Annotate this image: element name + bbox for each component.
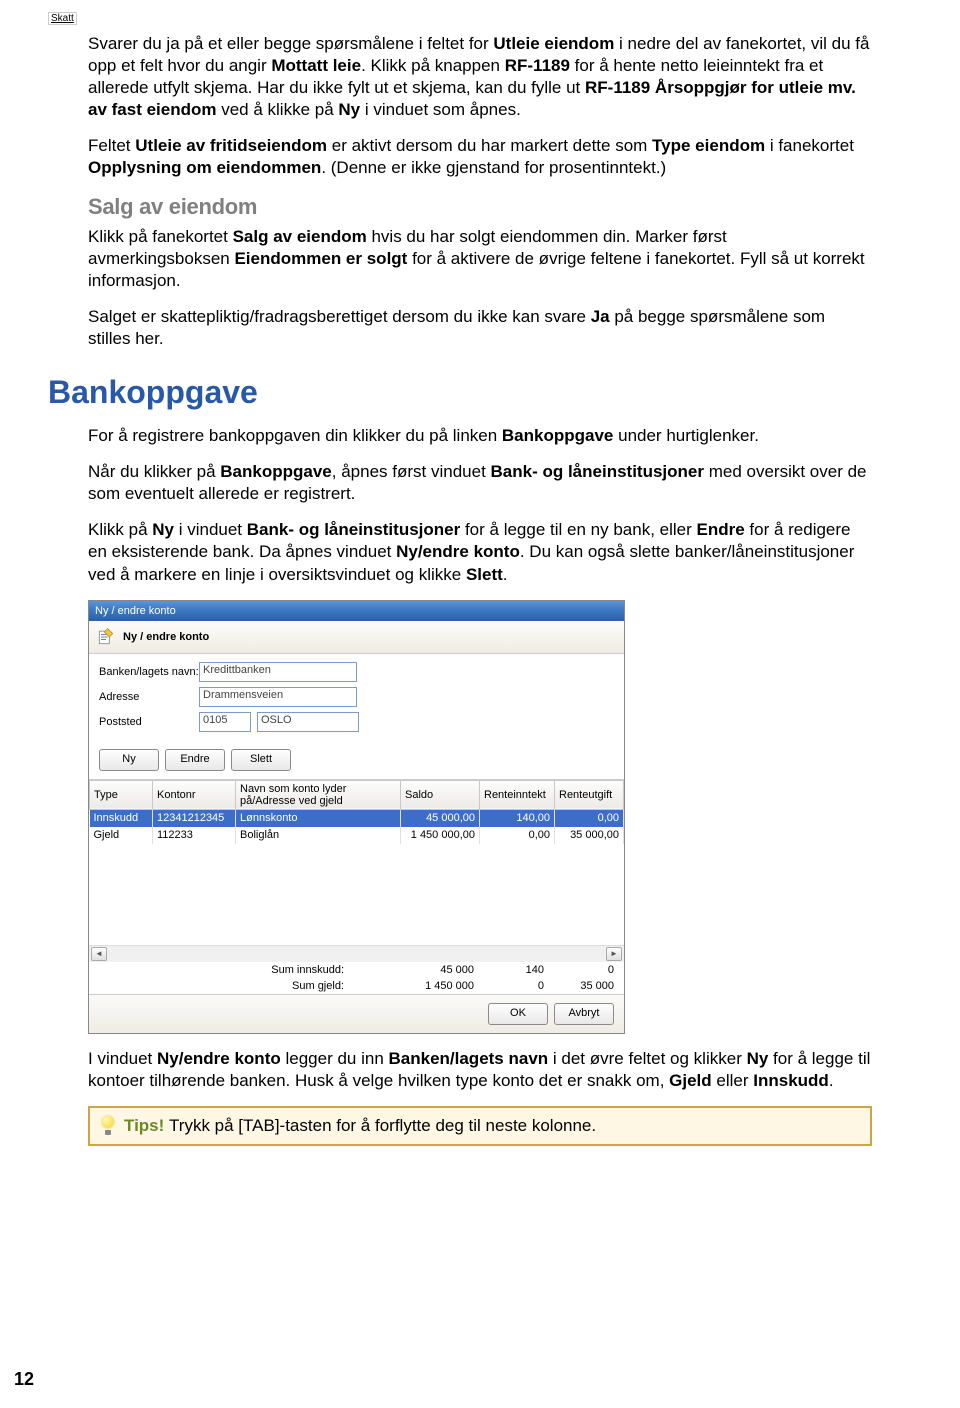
label-sum-gjeld: Sum gjeld: [204,980,404,992]
accounts-grid[interactable]: Type Kontonr Navn som konto lyder på/Adr… [89,780,624,945]
input-address[interactable]: Drammensveien [199,687,357,707]
tip-label: Tips! [124,1116,169,1135]
input-poststed[interactable]: OSLO [257,712,359,732]
tip-box: Tips! Trykk på [TAB]-tasten for å forfly… [88,1106,872,1146]
table-row[interactable]: Gjeld 112233 Boliglån 1 450 000,00 0,00 … [90,827,624,844]
sum-innskudd-saldo: 45 000 [404,964,474,976]
sum-gjeld-renteinn: 0 [474,980,544,992]
sum-gjeld-saldo: 1 450 000 [404,980,474,992]
paragraph-fritidseiendom: Feltet Utleie av fritidseiendom er aktiv… [88,135,872,179]
col-type[interactable]: Type [90,780,153,809]
header-tag: Skatt [48,12,77,25]
col-renteinntekt[interactable]: Renteinntekt [480,780,555,809]
paragraph-bank-2: Når du klikker på Bankoppgave, åpnes før… [88,461,872,505]
sum-gjeld-renteut: 35 000 [544,980,614,992]
sum-innskudd-renteinn: 140 [474,964,544,976]
col-saldo[interactable]: Saldo [401,780,480,809]
paragraph-bank-3: Klikk på Ny i vinduet Bank- og låneinsti… [88,519,872,585]
dialog-ny-endre-konto: Ny / endre konto Ny / endre konto Banken… [88,600,625,1034]
paragraph-salg-1: Klikk på fanekortet Salg av eiendom hvis… [88,226,872,292]
label-poststed: Poststed [99,716,199,728]
avbryt-button[interactable]: Avbryt [554,1003,614,1025]
paragraph-bank-1: For å registrere bankoppgaven din klikke… [88,425,872,447]
label-sum-innskudd: Sum innskudd: [204,964,404,976]
heading-salg-av-eiendom: Salg av eiendom [88,194,872,220]
scroll-left-icon[interactable]: ◄ [91,947,107,961]
ny-button[interactable]: Ny [99,749,159,771]
tip-text: Trykk på [TAB]-tasten for å forflytte de… [169,1116,596,1135]
horizontal-scrollbar[interactable]: ◄ ► [89,945,624,962]
dialog-titlebar: Ny / endre konto [89,601,624,621]
lightbulb-icon [100,1116,116,1136]
slett-button[interactable]: Slett [231,749,291,771]
edit-document-icon [95,626,117,648]
table-row[interactable]: Innskudd 12341212345 Lønnskonto 45 000,0… [90,809,624,827]
scroll-right-icon[interactable]: ► [606,947,622,961]
dialog-header-label: Ny / endre konto [123,631,209,643]
input-postnr[interactable]: 0105 [199,712,251,732]
paragraph-bank-4: I vinduet Ny/endre konto legger du inn B… [88,1048,872,1092]
input-bank-name[interactable]: Kredittbanken [199,662,357,682]
page-number: 12 [14,1369,34,1390]
endre-button[interactable]: Endre [165,749,225,771]
col-navn[interactable]: Navn som konto lyder på/Adresse ved gjel… [236,780,401,809]
heading-bankoppgave: Bankoppgave [48,374,872,411]
sum-innskudd-renteut: 0 [544,964,614,976]
col-renteutgift[interactable]: Renteutgift [555,780,624,809]
paragraph-utleie: Svarer du ja på et eller begge spørsmåle… [88,33,872,121]
label-bank-name: Banken/lagets navn: [99,666,199,678]
paragraph-salg-2: Salget er skattepliktig/fradragsberettig… [88,306,872,350]
label-address: Adresse [99,691,199,703]
col-kontonr[interactable]: Kontonr [153,780,236,809]
ok-button[interactable]: OK [488,1003,548,1025]
